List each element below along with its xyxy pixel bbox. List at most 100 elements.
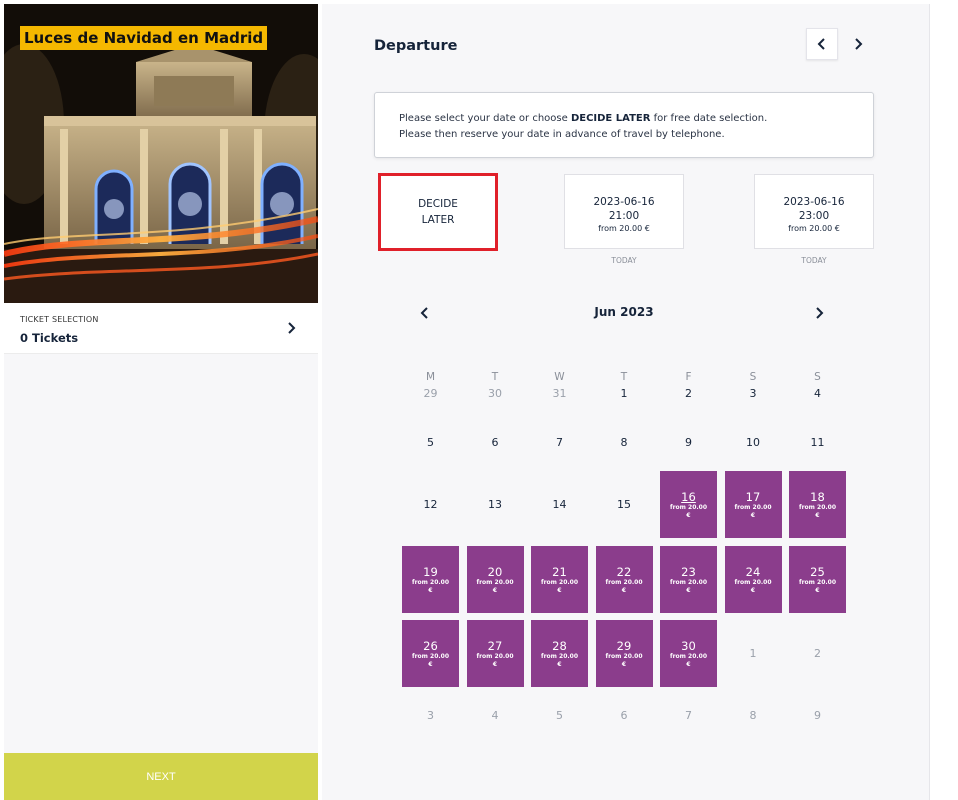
day-price: from 20.00 € — [476, 652, 514, 668]
day-number: 4 — [491, 709, 499, 722]
event-summary-panel: Luces de Navidad en Madrid TICKET SELECT… — [4, 4, 318, 800]
calendar-day-available[interactable]: 19 from 20.00 € — [402, 546, 459, 613]
day-number: 5 — [427, 436, 434, 449]
day-number: 24 — [745, 564, 761, 579]
day-number: 6 — [491, 436, 499, 449]
next-button[interactable]: NEXT — [4, 753, 318, 800]
date-card-2100[interactable]: 2023-06-16 21:00 from 20.00 € — [564, 174, 684, 249]
day-price: from 20.00 € — [605, 652, 643, 668]
day-number: 5 — [556, 709, 563, 722]
day-price: from 20.00 € — [540, 652, 578, 668]
day-number: 20 — [487, 564, 503, 579]
day-number: 19 — [423, 564, 438, 579]
day-number: 23 — [681, 564, 696, 579]
info-line-2: Please then reserve your date in advance… — [399, 129, 725, 140]
calendar-day-available[interactable]: 30 from 20.00 € — [660, 620, 717, 687]
today-label: TODAY — [611, 256, 637, 265]
calendar-day-available[interactable]: 20 from 20.00 € — [466, 546, 524, 613]
day-price: from 20.00 € — [798, 578, 836, 594]
next-dates-button[interactable] — [842, 28, 874, 60]
calendar-day-available[interactable]: 26 from 20.00 € — [402, 620, 459, 687]
day-number: 16 — [681, 489, 696, 504]
calendar-day-available[interactable]: 27 from 20.00 € — [466, 620, 524, 687]
departure-title: Departure — [374, 38, 458, 54]
day-number: 13 — [488, 498, 502, 511]
departure-panel: Departure Please select your date or cho… — [322, 4, 930, 800]
day-number: 10 — [746, 436, 760, 449]
day-number: 8 — [749, 709, 757, 722]
calendar-day: 4 — [467, 682, 524, 749]
calendar-day: 10 — [725, 409, 782, 476]
day-number: 7 — [556, 436, 563, 449]
day-number: 4 — [814, 387, 821, 400]
decide-later-card[interactable]: DECIDE LATER — [378, 173, 498, 251]
calendar-day: 15 — [596, 471, 653, 538]
decide-later-emphasis: DECIDE LATER — [570, 113, 651, 124]
day-number: 3 — [427, 709, 434, 722]
calendar-day-available[interactable]: 23 from 20.00 € — [660, 546, 717, 613]
day-number: 15 — [617, 498, 631, 511]
calendar-day-available[interactable]: 28 from 20.00 € — [531, 620, 588, 687]
ticket-selection-label: TICKET SELECTION — [20, 315, 99, 324]
day-number: 7 — [685, 709, 692, 722]
day-price: from 20.00 € — [605, 578, 643, 594]
decide-later-line-2: LATER — [421, 214, 455, 226]
calendar-day-available[interactable]: 22 from 20.00 € — [595, 546, 653, 613]
day-price: from 20.00 € — [669, 503, 707, 519]
day-price: from 20.00 € — [669, 652, 707, 668]
day-number: 25 — [810, 564, 825, 579]
day-number: 6 — [620, 709, 628, 722]
card-time: 21:00 — [608, 210, 640, 222]
day-price: from 20.00 € — [734, 578, 772, 594]
day-price: from 20.00 € — [798, 503, 836, 519]
calendar-day: 8 — [725, 682, 782, 749]
chevron-left-icon[interactable] — [418, 306, 432, 320]
day-number: 18 — [810, 489, 825, 504]
calendar-day: 9 — [789, 682, 846, 749]
day-price: from 20.00 € — [669, 578, 707, 594]
day-number: 9 — [685, 436, 692, 449]
day-number: 2 — [814, 647, 821, 660]
calendar-day-available[interactable]: 24 from 20.00 € — [724, 546, 782, 613]
calendar-day: 7 — [531, 409, 588, 476]
day-number: 8 — [620, 436, 628, 449]
card-time: 23:00 — [798, 210, 830, 222]
calendar-day-available[interactable]: 25 from 20.00 € — [789, 546, 846, 613]
calendar-day: 3 — [402, 682, 459, 749]
card-price: from 20.00 € — [598, 224, 650, 233]
calendar-day: 12 — [402, 471, 459, 538]
calendar-day-available[interactable]: 29 from 20.00 € — [595, 620, 653, 687]
card-date: 2023-06-16 — [593, 196, 655, 208]
day-number: 21 — [552, 564, 567, 579]
day-price: from 20.00 € — [411, 578, 449, 594]
calendar-day: 9 — [660, 409, 717, 476]
calendar-day: 2 — [789, 620, 846, 687]
calendar-day-available[interactable]: 17 from 20.00 € — [724, 471, 782, 538]
chevron-right-icon[interactable] — [812, 306, 826, 320]
calendar-day-available[interactable]: 21 from 20.00 € — [531, 546, 588, 613]
card-price: from 20.00 € — [788, 224, 840, 233]
day-number: 30 — [681, 638, 696, 653]
day-number: 27 — [487, 638, 503, 653]
info-line-1: Please select your date or choose DECIDE… — [399, 111, 873, 127]
calendar-day: 5 — [531, 682, 588, 749]
day-number: 14 — [552, 498, 567, 511]
date-card-2300[interactable]: 2023-06-16 23:00 from 20.00 € — [754, 174, 874, 249]
chevron-right-icon — [855, 38, 863, 50]
prev-dates-button[interactable] — [806, 28, 838, 60]
calendar-day-available[interactable]: 16 from 20.00 € — [660, 471, 717, 538]
day-number: 22 — [616, 564, 632, 579]
calendar-day: 14 — [531, 471, 588, 538]
decide-later-line-1: DECIDE — [418, 198, 458, 210]
day-price: from 20.00 € — [734, 503, 772, 519]
booking-page: Luces de Navidad en Madrid TICKET SELECT… — [0, 0, 958, 800]
calendar-day: 7 — [660, 682, 717, 749]
day-price: from 20.00 € — [411, 652, 449, 668]
chevron-right-icon[interactable] — [286, 321, 298, 335]
ticket-selection[interactable]: TICKET SELECTION 0 Tickets — [4, 303, 318, 354]
day-number: 11 — [810, 436, 825, 449]
calendar-day: 13 — [467, 471, 524, 538]
calendar-day: 1 — [725, 620, 782, 687]
today-label: TODAY — [801, 256, 827, 265]
calendar-day-available[interactable]: 18 from 20.00 € — [789, 471, 846, 538]
